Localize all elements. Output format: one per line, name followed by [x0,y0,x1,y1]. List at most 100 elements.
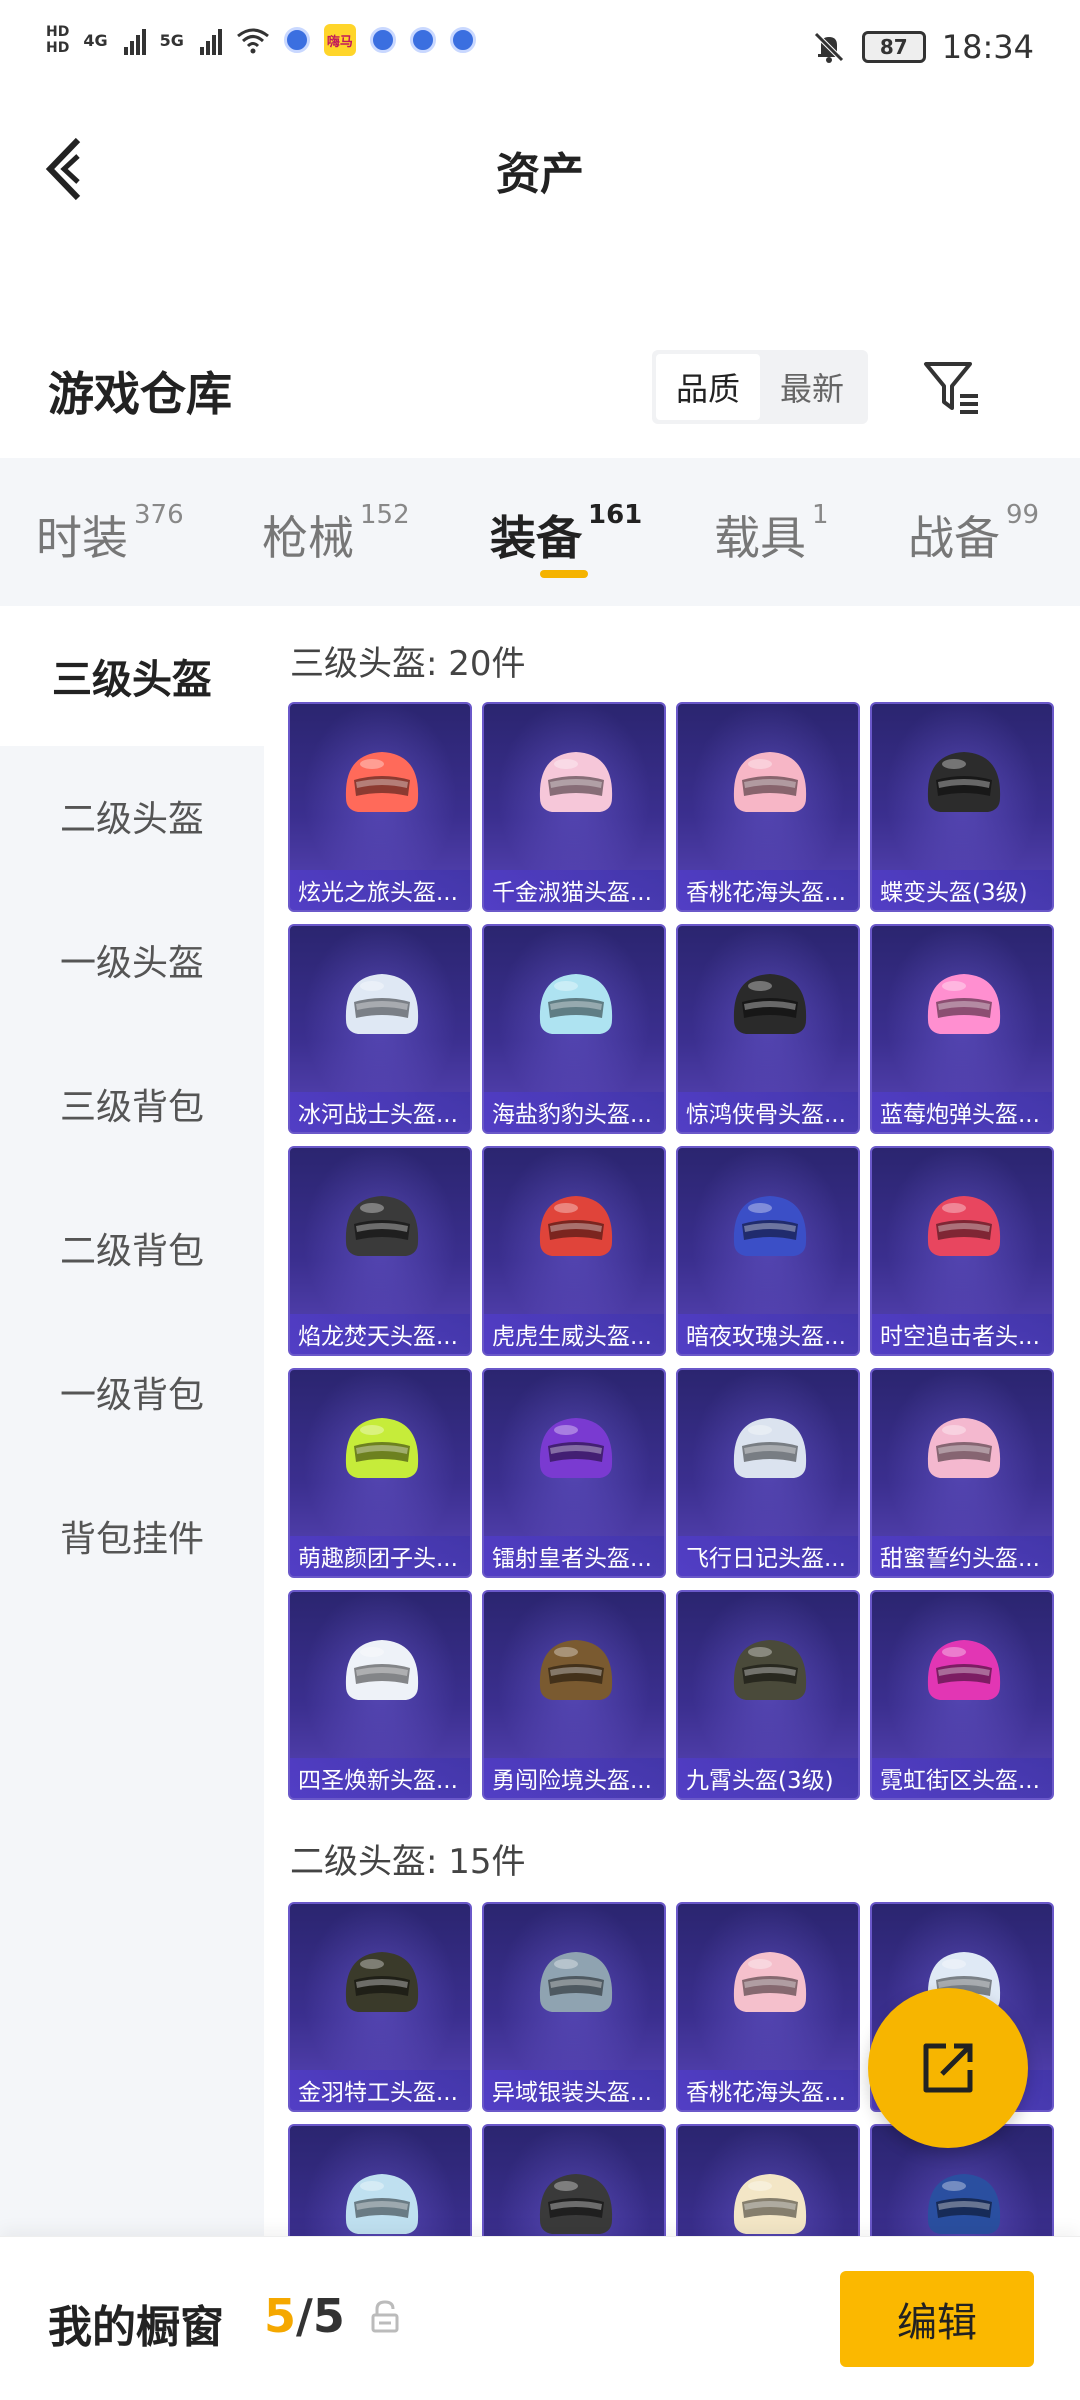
item-name: 虎虎生威头盔... [484,1314,664,1354]
tab-equipment[interactable]: 装备 161 [490,500,643,568]
item-card[interactable]: 香桃花海头盔... [676,702,860,912]
external-link-icon [923,2043,973,2093]
helmet-icon [927,1640,1001,1700]
item-card[interactable]: 萌趣颜团子头... [288,1368,472,1578]
helmet-icon [733,1640,807,1700]
item-card[interactable]: 金羽特工头盔... [288,1902,472,2112]
status-bar: HD HD 4G 5G 嗨马 87 18:34 [0,0,1080,100]
tab-active-indicator [540,570,588,578]
share-fab-button[interactable] [868,1988,1028,2148]
sidebar-item-level1-backpack[interactable]: 一级背包 [0,1322,264,1462]
item-card[interactable]: 惊鸿侠骨头盔... [676,924,860,1134]
item-name: 焰龙焚天头盔... [290,1314,470,1354]
sidebar-item-level1-helmet[interactable]: 一级头盔 [0,890,264,1030]
item-name: 香桃花海头盔... [678,2070,858,2110]
tab-gear[interactable]: 战备 99 [908,500,1039,568]
item-card[interactable] [482,2124,666,2236]
tab-vehicles[interactable]: 载具 1 [714,500,829,568]
item-card[interactable]: 勇闯险境头盔... [482,1590,666,1800]
item-card[interactable]: 蝶变头盔(3级) [870,702,1054,912]
item-card[interactable]: 时空追击者头... [870,1146,1054,1356]
helmet-icon [927,752,1001,812]
item-name: 霓虹街区头盔... [872,1758,1052,1798]
network-5g-label: 5G [159,30,184,50]
sidebar-item-level2-helmet[interactable]: 二级头盔 [0,746,264,886]
filter-icon[interactable] [920,356,982,418]
helmet-icon [345,2174,419,2234]
item-name: 甜蜜誓约头盔... [872,1536,1052,1576]
helmet-icon [539,974,613,1034]
item-card[interactable]: 霓虹街区头盔... [870,1590,1054,1800]
helmet-icon [345,1196,419,1256]
item-name: 异域银装头盔... [484,2070,664,2110]
section-title: 三级头盔: 20件 [290,644,526,684]
item-card[interactable]: 四圣焕新头盔... [288,1590,472,1800]
item-card[interactable]: 暗夜玫瑰头盔... [676,1146,860,1356]
helmet-icon [733,1418,807,1478]
helmet-icon [345,1640,419,1700]
item-card[interactable]: 冰河战士头盔... [288,924,472,1134]
item-card[interactable]: 海盐豹豹头盔... [482,924,666,1134]
tab-label: 枪械 [262,511,354,565]
item-card[interactable]: 镭射皇者头盔... [482,1368,666,1578]
item-card[interactable]: 虎虎生威头盔... [482,1146,666,1356]
helmet-icon [345,1418,419,1478]
tab-label: 时装 [36,511,128,565]
helmet-icon [733,974,807,1034]
item-name: 蝶变头盔(3级) [872,870,1052,910]
sort-toggle: 品质 最新 [652,350,868,424]
item-name: 时空追击者头... [872,1314,1052,1354]
item-name: 暗夜玫瑰头盔... [678,1314,858,1354]
sidebar-item-level3-helmet[interactable]: 三级头盔 [0,606,264,746]
sidebar-item-backpack-pendant[interactable]: 背包挂件 [0,1466,264,1606]
item-card[interactable]: 香桃花海头盔... [676,1902,860,2112]
helmet-icon [345,974,419,1034]
item-name: 飞行日记头盔... [678,1536,858,1576]
tab-guns[interactable]: 枪械 152 [262,500,410,568]
showcase-total: 5 [312,2289,345,2343]
item-name: 镭射皇者头盔... [484,1536,664,1576]
item-card[interactable]: 飞行日记头盔... [676,1368,860,1578]
helmet-icon [539,2174,613,2234]
tab-count: 161 [588,500,643,530]
item-name: 惊鸿侠骨头盔... [678,1092,858,1132]
helmet-icon [539,1640,613,1700]
helmet-icon [345,1952,419,2012]
item-card[interactable]: 异域银装头盔... [482,1902,666,2112]
warehouse-title: 游戏仓库 [48,367,232,421]
item-name: 炫光之旅头盔... [290,870,470,910]
item-card[interactable]: 蓝莓炮弹头盔... [870,924,1054,1134]
hd-bottom: HD [46,40,70,56]
item-card[interactable]: 焰龙焚天头盔... [288,1146,472,1356]
tab-fashion[interactable]: 时装 376 [36,500,184,568]
helmet-icon [539,1196,613,1256]
item-name: 四圣焕新头盔... [290,1758,470,1798]
edit-button[interactable]: 编辑 [840,2271,1034,2367]
battery-icon: 87 [861,31,926,63]
item-card[interactable]: 甜蜜誓约头盔... [870,1368,1054,1578]
sidebar-item-level2-backpack[interactable]: 二级背包 [0,1178,264,1318]
item-grid-level3: 炫光之旅头盔... 千金淑猫头盔... 香桃花海头盔... 蝶变头盔(3级) 冰河战士头… [288,702,1068,1800]
helmet-icon [539,752,613,812]
sort-latest-button[interactable]: 最新 [760,354,864,420]
sidebar-item-level3-backpack[interactable]: 三级背包 [0,1034,264,1174]
item-card[interactable]: 炫光之旅头盔... [288,702,472,912]
network-4g-label: 4G [83,30,108,50]
item-name: 海盐豹豹头盔... [484,1092,664,1132]
item-name: 萌趣颜团子头... [290,1536,470,1576]
tab-count: 1 [812,500,829,530]
item-card[interactable] [288,2124,472,2236]
category-tabs: 时装 376 枪械 152 装备 161 载具 1 战备 99 [0,458,1080,606]
item-card[interactable] [676,2124,860,2236]
item-name: 冰河战士头盔... [290,1092,470,1132]
item-name: 勇闯险境头盔... [484,1758,664,1798]
item-card[interactable]: 千金淑猫头盔... [482,702,666,912]
wifi-icon [236,28,269,54]
helmet-icon [345,752,419,812]
signal-icon-2 [199,25,222,55]
sort-quality-button[interactable]: 品质 [656,354,760,420]
item-card[interactable]: 九霄头盔(3级) [676,1590,860,1800]
helmet-icon [927,974,1001,1034]
warehouse-row: 游戏仓库 品质 最新 [0,340,1080,440]
showcase-count: 5/5 [264,2289,345,2343]
